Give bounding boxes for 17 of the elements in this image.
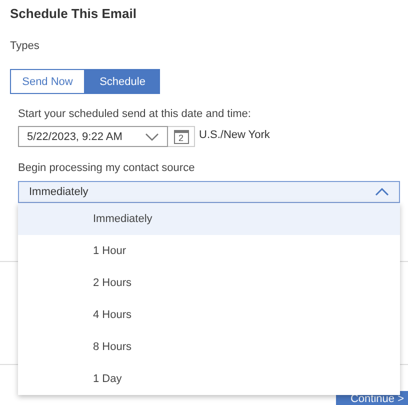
chevron-down-icon [145,132,159,140]
calendar-button[interactable]: 2 [168,126,195,147]
dropdown-option[interactable]: 1 Hour [18,235,400,267]
types-label: Types [10,40,40,52]
dropdown-option[interactable]: 8 Hours [18,331,400,363]
timezone-label: U.S./New York [199,128,270,140]
type-tab[interactable]: Schedule [85,69,160,94]
dropdown-option[interactable]: 2 Hours [18,267,400,299]
dropdown-option[interactable]: Immediately [18,203,400,235]
chevron-up-icon [375,188,389,196]
date-field[interactable]: 5/22/2023, 9:22 AM [18,126,168,147]
processing-label: Begin processing my contact source [18,162,196,174]
date-label: Start your scheduled send at this date and time: [18,108,252,120]
dropdown-option[interactable]: 4 Hours [18,299,400,331]
type-tab[interactable]: Send Now [10,69,85,94]
processing-select[interactable]: Immediately [18,181,400,203]
dialog-title: Schedule This Email [10,6,138,21]
